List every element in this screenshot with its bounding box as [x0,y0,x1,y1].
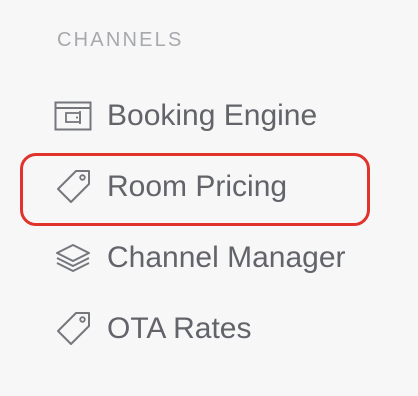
price-tag-icon [54,311,92,347]
sidebar-item-booking-engine[interactable]: Booking Engine [54,96,317,136]
channels-sidebar: CHANNELS Booking Engine Room Pricing Cha… [0,0,418,396]
sidebar-item-label: Booking Engine [107,99,318,132]
sidebar-item-label: OTA Rates [107,312,252,345]
sidebar-item-room-pricing[interactable]: Room Pricing [54,167,287,207]
price-tag-icon [54,169,92,205]
booking-engine-icon [54,98,92,134]
sidebar-item-channel-manager[interactable]: Channel Manager [54,238,346,278]
sidebar-item-ota-rates[interactable]: OTA Rates [54,309,252,349]
section-title-channels: CHANNELS [57,29,184,51]
sidebar-item-label: Channel Manager [107,241,346,274]
layers-icon [54,240,92,276]
sidebar-item-label: Room Pricing [107,170,288,203]
